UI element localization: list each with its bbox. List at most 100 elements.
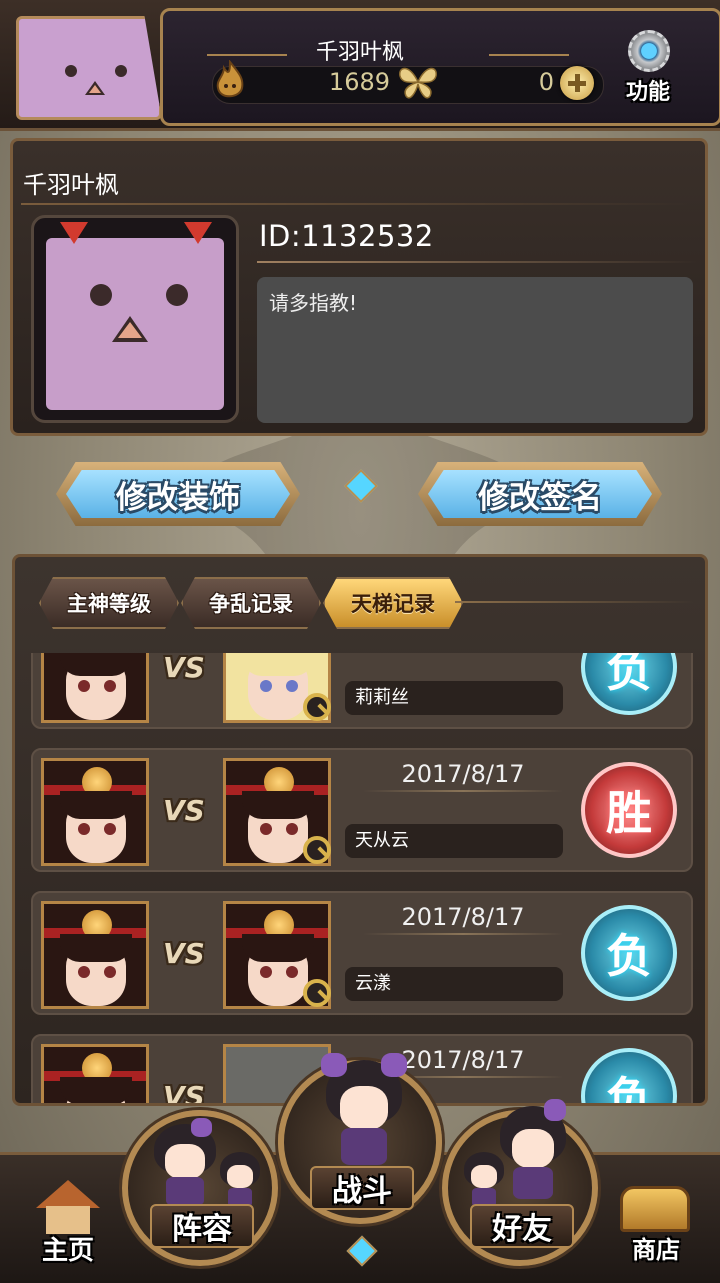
- avatar-eye: [65, 65, 77, 77]
- edit-signature-label: 修改签名: [478, 479, 602, 516]
- portrait-eye: [260, 680, 272, 692]
- record-row[interactable]: VS 2017/8/17 云漾负: [31, 891, 693, 1015]
- tab-label: 天梯记录: [351, 592, 435, 616]
- portrait-eye: [286, 680, 298, 692]
- friends-character-art: [500, 1099, 566, 1200]
- premium-amount: 0: [538, 68, 554, 96]
- divider: [21, 203, 689, 205]
- tab-label: 争乱记录: [209, 592, 293, 616]
- portrait-eye: [104, 966, 116, 978]
- char-face: [339, 1085, 389, 1130]
- avatar-eye: [166, 284, 188, 306]
- avatar-horn: [184, 222, 212, 244]
- profile-name: 千羽叶枫: [23, 171, 119, 199]
- tab-label: 主神等级: [67, 592, 151, 616]
- lose-badge: 负: [581, 905, 677, 1001]
- portrait-eye: [286, 966, 298, 978]
- tab-ladder-records[interactable]: 天梯记录: [323, 577, 463, 629]
- portrait-eye: [260, 823, 272, 835]
- portrait-bangs: [60, 1077, 132, 1103]
- divider: [363, 790, 563, 792]
- edit-decoration-button[interactable]: 修改装饰: [56, 462, 300, 526]
- char-bow: [380, 1052, 407, 1077]
- lose-badge: 负: [581, 653, 677, 715]
- search-icon[interactable]: [303, 693, 331, 721]
- vs-label: VS: [163, 794, 205, 827]
- function-label: 功能: [625, 80, 670, 105]
- char-body: [513, 1166, 553, 1200]
- char-body: [341, 1128, 387, 1165]
- char-face: [471, 1165, 497, 1189]
- divider: [455, 601, 695, 603]
- signature-text: 请多指教!: [269, 291, 358, 315]
- battle-character-art: [321, 1052, 407, 1165]
- function-button[interactable]: 功能: [610, 26, 686, 105]
- portrait-eye: [286, 823, 298, 835]
- vs-label: VS: [163, 653, 205, 684]
- portrait-eye: [78, 966, 90, 978]
- avatar-horn: [60, 222, 88, 244]
- tab-conflict-records[interactable]: 争乱记录: [181, 577, 321, 629]
- char-face: [165, 1144, 205, 1179]
- flame-icon: [216, 60, 244, 98]
- chest-icon: [620, 1186, 690, 1232]
- portrait-eye: [104, 823, 116, 835]
- vs-label: VS: [163, 937, 205, 970]
- nav-home[interactable]: 主页: [18, 1160, 118, 1270]
- char-bow: [321, 1052, 348, 1077]
- opponent-name: 天从云: [345, 824, 563, 858]
- avatar-eye: [90, 284, 112, 306]
- records-list[interactable]: VS 莉莉丝负 VS 2017/8/17 天从云胜 VS 2017/8/17 云漾负 VS 201…: [15, 653, 705, 1105]
- lose-badge: 负: [581, 1048, 677, 1103]
- player-portrait: [41, 1044, 149, 1103]
- vs-label: VS: [163, 1080, 205, 1105]
- portrait-eye: [104, 680, 116, 692]
- player-portrait: [41, 758, 149, 866]
- opponent-name: 莉莉丝: [345, 681, 563, 715]
- portrait-eye: [260, 966, 272, 978]
- signature-box: 请多指教!: [257, 277, 693, 423]
- player-avatar-mini[interactable]: [16, 16, 162, 120]
- edit-signature-button[interactable]: 修改签名: [418, 462, 662, 526]
- record-date: 2017/8/17: [401, 903, 525, 931]
- portrait-bangs: [242, 653, 314, 676]
- nav-battle-label: 战斗: [310, 1166, 414, 1210]
- char-face: [227, 1165, 253, 1189]
- edit-decoration-label: 修改装饰: [116, 479, 240, 516]
- portrait-bangs: [242, 934, 314, 962]
- gear-icon: [628, 30, 670, 72]
- player-portrait: [41, 653, 149, 723]
- nav-shop-label: 商店: [632, 1236, 680, 1264]
- profile-avatar[interactable]: [31, 215, 239, 423]
- nav-shop[interactable]: 商店: [606, 1160, 706, 1270]
- nav-friends-label: 好友: [470, 1204, 574, 1248]
- search-icon[interactable]: [303, 979, 331, 1007]
- house-roof: [36, 1180, 100, 1208]
- search-icon[interactable]: [303, 836, 331, 864]
- record-row[interactable]: VS 2017/8/17 天从云胜: [31, 748, 693, 872]
- avatar-eye: [115, 65, 127, 77]
- currency-amount: 1689: [328, 68, 390, 96]
- nav-lineup-label: 阵容: [150, 1204, 254, 1248]
- win-badge: 胜: [581, 762, 677, 858]
- record-date: 2017/8/17: [401, 760, 525, 788]
- portrait-bangs: [242, 791, 314, 819]
- char-body: [166, 1177, 204, 1207]
- char-face: [511, 1128, 555, 1169]
- opponent-name: 云漾: [345, 967, 563, 1001]
- tab-god-level[interactable]: 主神等级: [39, 577, 179, 629]
- portrait-bangs: [60, 791, 132, 819]
- divider: [257, 261, 697, 263]
- lineup-character-art: [220, 1152, 260, 1207]
- house-icon: [36, 1180, 100, 1234]
- lineup-character-art: [154, 1118, 216, 1207]
- player-portrait: [41, 901, 149, 1009]
- butterfly-icon: [399, 67, 437, 99]
- record-row[interactable]: VS 莉莉丝负: [31, 653, 693, 729]
- profile-panel: 千羽叶枫 ID:1132532 请多指教!: [10, 138, 708, 436]
- divider: [363, 933, 563, 935]
- nav-home-label: 主页: [41, 1236, 94, 1266]
- portrait-eye: [78, 680, 90, 692]
- plus-icon[interactable]: [560, 66, 594, 100]
- portrait-bangs: [60, 653, 132, 676]
